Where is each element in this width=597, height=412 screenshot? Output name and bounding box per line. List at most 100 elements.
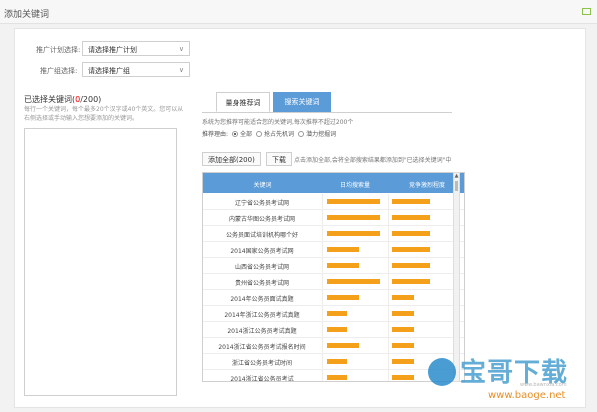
selected-title-prefix: 已选择关键词( xyxy=(24,95,76,104)
table-row[interactable]: 2014浙江公务员考试真题 xyxy=(203,322,464,338)
competition-bar xyxy=(392,375,414,380)
cell-divider xyxy=(322,370,323,381)
cell-divider xyxy=(388,322,389,338)
recommend-note: 系统为您推荐可能适合您的关键词,每次推荐不超过200个 xyxy=(202,119,354,126)
keyword-cell: 2014浙江省公务员考试报名时间 xyxy=(218,344,306,351)
radio-first-mover[interactable]: 抢占先机词 xyxy=(256,129,294,138)
watermark-small: www.bawnxia.com xyxy=(520,382,567,388)
competition-bar xyxy=(392,231,430,236)
watermark-url: www.baoge.net xyxy=(488,390,566,401)
competition-bar xyxy=(392,295,414,300)
selected-keywords-hint: 每行一个关键词，每个最多20个汉字或40个英文。您可以从右侧选择或手动输入您想要… xyxy=(24,106,184,122)
tab-recommended[interactable]: 量身推荐词 xyxy=(216,92,270,112)
table-row[interactable]: 2014浙江省公务员考试 xyxy=(203,370,464,382)
cell-divider xyxy=(388,274,389,290)
competition-bar xyxy=(392,247,430,252)
cell-divider xyxy=(322,306,323,322)
header-keyword[interactable]: 关键词 xyxy=(203,180,322,189)
keyword-cell: 2014年浙江公务员考试真题 xyxy=(224,312,300,319)
radio-dot-icon xyxy=(232,130,239,137)
plan-label: 推广计划选择: xyxy=(36,46,81,54)
close-icon[interactable] xyxy=(582,8,591,15)
keyword-cell: 山西省公务员考试网 xyxy=(234,264,289,271)
search-volume-bar xyxy=(327,215,380,220)
header-search-volume[interactable]: 日均搜索量 xyxy=(322,180,388,189)
competition-bar xyxy=(392,279,430,284)
search-volume-bar xyxy=(327,199,380,204)
group-select[interactable]: 请选择推广组 ∨ xyxy=(82,62,190,77)
cell-divider xyxy=(388,290,389,306)
radio-potential-label: 潜力挖掘词 xyxy=(306,131,337,138)
keyword-cell: 贵州省公务员考试网 xyxy=(234,280,289,287)
table-row[interactable]: 公务员面试培训机构哪个好 xyxy=(203,226,464,242)
cell-divider xyxy=(388,370,389,381)
chevron-down-icon: ∨ xyxy=(178,66,184,74)
search-volume-bar xyxy=(327,295,359,300)
search-volume-bar xyxy=(327,327,347,332)
search-volume-bar xyxy=(327,231,380,236)
competition-bar xyxy=(392,215,430,220)
add-all-button[interactable]: 添加全部(200) xyxy=(202,152,261,166)
radio-dot-icon xyxy=(256,130,263,137)
plan-select-value: 请选择推广计划 xyxy=(88,46,137,54)
cell-divider xyxy=(322,290,323,306)
cell-divider xyxy=(388,210,389,226)
search-volume-bar xyxy=(327,263,359,268)
watermark: 宝哥下载 www.bawnxia.com www.baoge.net xyxy=(428,352,588,408)
competition-bar xyxy=(392,359,414,364)
add-all-note: 点击添加全部,会将全部搜索结果都添加到"已选择关键词"中 xyxy=(294,157,452,164)
cell-divider xyxy=(322,194,323,210)
group-label: 推广组选择: xyxy=(40,67,78,75)
table-row[interactable]: 贵州省公务员考试网 xyxy=(203,274,464,290)
table-row[interactable]: 2014国家公务员考试网 xyxy=(203,242,464,258)
scroll-thumb[interactable] xyxy=(455,181,458,191)
search-volume-bar xyxy=(327,343,359,348)
competition-bar xyxy=(392,327,414,332)
cell-divider xyxy=(322,274,323,290)
table-row[interactable]: 2014年浙江公务员考试真题 xyxy=(203,306,464,322)
radio-dot-icon xyxy=(298,130,305,137)
plan-select[interactable]: 请选择推广计划 ∨ xyxy=(82,41,190,56)
recommend-reason: 推荐理由: 全部 抢占先机词 潜力挖掘词 xyxy=(202,129,336,138)
table-row[interactable]: 2014年公务员面试真题 xyxy=(203,290,464,306)
selected-keywords-input[interactable] xyxy=(24,128,177,396)
search-volume-bar xyxy=(327,247,359,252)
cell-divider xyxy=(322,338,323,354)
radio-all[interactable]: 全部 xyxy=(232,129,252,138)
cell-divider xyxy=(388,194,389,210)
download-button[interactable]: 下载 xyxy=(266,152,292,166)
cell-divider xyxy=(322,210,323,226)
selected-keywords-title: 已选择关键词(0/200) xyxy=(24,94,101,105)
table-row[interactable]: 辽宁省公务员考试网 xyxy=(203,194,464,210)
keyword-cell: 浙江省公务员考试时间 xyxy=(231,360,292,367)
cell-divider xyxy=(322,322,323,338)
table-scrollbar[interactable]: ▲ xyxy=(453,172,460,382)
selected-title-suffix: /200) xyxy=(80,95,102,104)
reason-label: 推荐理由: xyxy=(202,131,229,138)
cell-divider xyxy=(388,226,389,242)
group-select-value: 请选择推广组 xyxy=(88,67,130,75)
table-row[interactable]: 浙江省公务员考试时间 xyxy=(203,354,464,370)
table-row[interactable]: 山西省公务员考试网 xyxy=(203,258,464,274)
competition-bar xyxy=(392,311,414,316)
watermark-logo-icon xyxy=(428,358,456,386)
radio-first-mover-label: 抢占先机词 xyxy=(264,131,295,138)
cell-divider xyxy=(388,354,389,370)
cell-divider xyxy=(388,338,389,354)
table-row[interactable]: 2014浙江省公务员考试报名时间 xyxy=(203,338,464,354)
window-title: 添加关键词 xyxy=(4,10,50,20)
keyword-table: 关键词 日均搜索量 竞争激烈程度 辽宁省公务员考试网 内蒙古华图公务员考试网 公务员… xyxy=(202,172,465,382)
keyword-cell: 辽宁省公务员考试网 xyxy=(234,200,289,207)
radio-potential[interactable]: 潜力挖掘词 xyxy=(298,129,336,138)
cell-divider xyxy=(322,258,323,274)
search-volume-bar xyxy=(327,359,347,364)
table-row[interactable]: 内蒙古华图公务员考试网 xyxy=(203,210,464,226)
scroll-up-icon[interactable]: ▲ xyxy=(454,173,459,179)
tab-search[interactable]: 搜索关键词 xyxy=(273,92,331,112)
cell-divider xyxy=(388,258,389,274)
cell-divider xyxy=(388,306,389,322)
keyword-cell: 2014国家公务员考试网 xyxy=(230,248,294,255)
keyword-cell: 2014浙江公务员考试真题 xyxy=(227,328,297,335)
keyword-cell: 2014浙江省公务员考试 xyxy=(230,376,294,382)
cell-divider xyxy=(322,226,323,242)
